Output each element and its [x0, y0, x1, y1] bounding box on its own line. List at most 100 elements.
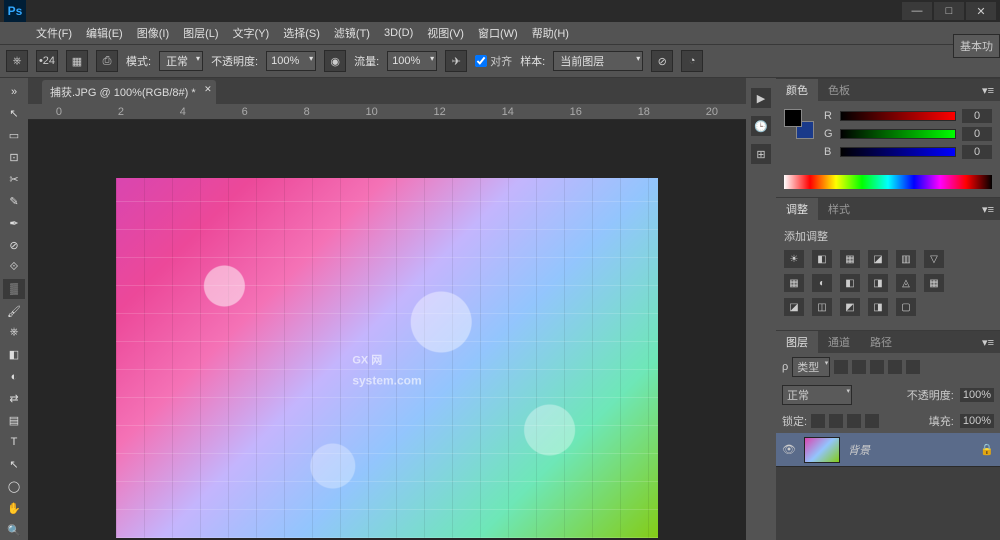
lock-transparent-icon[interactable]	[811, 414, 825, 428]
zoom-tool[interactable]: 🔍	[3, 520, 25, 540]
close-icon[interactable]: ✕	[204, 84, 212, 95]
more-icon[interactable]: ▢	[896, 298, 916, 316]
color-swatch[interactable]	[784, 109, 814, 139]
opacity-input[interactable]: 100%	[266, 51, 316, 71]
canvas-zone[interactable]: 02468101214161820 GX 网 system.com	[28, 104, 746, 540]
minimize-button[interactable]: —	[902, 2, 932, 20]
gradient-tool[interactable]: ◧	[3, 345, 25, 365]
g-slider[interactable]	[840, 129, 956, 139]
menu-window[interactable]: 窗口(W)	[472, 22, 524, 44]
selective-color-icon[interactable]: ◨	[868, 298, 888, 316]
tab-adjustments[interactable]: 调整	[776, 198, 818, 220]
layer-row[interactable]: 👁 背景 🔒	[776, 433, 1000, 467]
filter-smart-icon[interactable]	[906, 360, 920, 374]
maximize-button[interactable]: □	[934, 2, 964, 20]
lasso-tool[interactable]: ⊡	[3, 148, 25, 168]
tab-styles[interactable]: 样式	[818, 198, 860, 220]
eyedropper-tool[interactable]: ✒	[3, 213, 25, 233]
pressure-opacity-icon[interactable]: ◉	[324, 50, 346, 72]
channel-mixer-icon[interactable]: ◨	[868, 274, 888, 292]
levels-icon[interactable]: ◧	[812, 250, 832, 268]
brightness-icon[interactable]: ☀	[784, 250, 804, 268]
mode-dropdown[interactable]: 正常	[159, 51, 203, 71]
document-tab[interactable]: 捕获.JPG @ 100%(RGB/8#) * ✕	[42, 80, 216, 104]
path-select-tool[interactable]: ↖	[3, 454, 25, 474]
tab-swatches[interactable]: 色板	[818, 79, 860, 101]
layer-opacity-input[interactable]: 100%	[960, 388, 994, 402]
menu-view[interactable]: 视图(V)	[421, 22, 470, 44]
pressure-size-icon[interactable]: ◔	[681, 50, 703, 72]
workspace-button[interactable]: 基本功	[953, 34, 1000, 58]
ignore-adjust-icon[interactable]: ⊘	[651, 50, 673, 72]
marquee-tool[interactable]: ▭	[3, 126, 25, 146]
visibility-icon[interactable]: 👁	[782, 443, 796, 456]
r-slider[interactable]	[840, 111, 956, 121]
filter-pixel-icon[interactable]	[834, 360, 848, 374]
color-balance-icon[interactable]: ▦	[784, 274, 804, 292]
type-tool[interactable]: T	[3, 433, 25, 453]
brush-tool[interactable]: ⟐	[3, 257, 25, 277]
b-value[interactable]: 0	[962, 145, 992, 159]
history-icon[interactable]: 🕒	[751, 116, 771, 136]
menu-select[interactable]: 选择(S)	[277, 22, 326, 44]
fill-input[interactable]: 100%	[960, 414, 994, 428]
tab-layers[interactable]: 图层	[776, 331, 818, 353]
layer-filter-kind[interactable]: 类型	[792, 357, 830, 377]
layer-thumbnail[interactable]	[804, 437, 840, 463]
shape-tool[interactable]: ◯	[3, 476, 25, 496]
menu-layer[interactable]: 图层(L)	[177, 22, 224, 44]
menu-filter[interactable]: 滤镜(T)	[328, 22, 376, 44]
clone-source-icon[interactable]: ⎙	[96, 50, 118, 72]
photo-filter-icon[interactable]: ◧	[840, 274, 860, 292]
blur-tool[interactable]: ◐	[3, 367, 25, 387]
filter-type-icon[interactable]	[870, 360, 884, 374]
pen-tool[interactable]: ▤	[3, 411, 25, 431]
panel-menu-icon[interactable]: ▾≡	[976, 336, 1000, 349]
r-value[interactable]: 0	[962, 109, 992, 123]
brush-preset-icon[interactable]: •24	[36, 50, 58, 72]
tab-color[interactable]: 颜色	[776, 79, 818, 101]
menu-file[interactable]: 文件(F)	[30, 22, 78, 44]
color-lookup-icon[interactable]: ◬	[896, 274, 916, 292]
filter-shape-icon[interactable]	[888, 360, 902, 374]
align-checkbox[interactable]: 对齐	[475, 53, 512, 69]
mid-panel-icon-1[interactable]: ▶	[751, 88, 771, 108]
layer-name[interactable]: 背景	[848, 442, 972, 458]
menu-edit[interactable]: 编辑(E)	[80, 22, 129, 44]
bw-icon[interactable]: ◐	[812, 274, 832, 292]
posterize-icon[interactable]: ◪	[784, 298, 804, 316]
exposure-icon[interactable]: ◪	[868, 250, 888, 268]
spectrum-bar[interactable]	[784, 175, 992, 189]
lock-position-icon[interactable]	[847, 414, 861, 428]
filter-adjust-icon[interactable]	[852, 360, 866, 374]
airbrush-icon[interactable]: ✈	[445, 50, 467, 72]
collapse-icon[interactable]: »	[3, 82, 25, 102]
curves-icon[interactable]: ▦	[840, 250, 860, 268]
dodge-tool[interactable]: ⇄	[3, 389, 25, 409]
hand-tool[interactable]: ✋	[3, 498, 25, 518]
quick-select-tool[interactable]: ✂	[3, 170, 25, 190]
menu-type[interactable]: 文字(Y)	[227, 22, 276, 44]
canvas-image[interactable]: GX 网 system.com	[116, 178, 658, 538]
gradient-map-icon[interactable]: ◩	[840, 298, 860, 316]
fg-color-swatch[interactable]	[784, 109, 802, 127]
eraser-tool[interactable]: ⎈	[3, 323, 25, 343]
sample-dropdown[interactable]: 当前图层	[553, 51, 643, 71]
crop-tool[interactable]: ✎	[3, 192, 25, 212]
flow-input[interactable]: 100%	[387, 51, 437, 71]
properties-icon[interactable]: ⊞	[751, 144, 771, 164]
invert-icon[interactable]: ▦	[924, 274, 944, 292]
brush-panel-icon[interactable]: ▦	[66, 50, 88, 72]
clone-tool[interactable]: ▒	[3, 279, 25, 299]
menu-help[interactable]: 帮助(H)	[526, 22, 575, 44]
hue-icon[interactable]: ▽	[924, 250, 944, 268]
lock-pixels-icon[interactable]	[829, 414, 843, 428]
tab-paths[interactable]: 路径	[860, 331, 902, 353]
tool-preset-icon[interactable]: ⎈	[6, 50, 28, 72]
menu-image[interactable]: 图像(I)	[131, 22, 175, 44]
lock-all-icon[interactable]	[865, 414, 879, 428]
healing-tool[interactable]: ⊘	[3, 235, 25, 255]
tab-channels[interactable]: 通道	[818, 331, 860, 353]
blend-mode-dropdown[interactable]: 正常	[782, 385, 852, 405]
panel-menu-icon[interactable]: ▾≡	[976, 203, 1000, 216]
